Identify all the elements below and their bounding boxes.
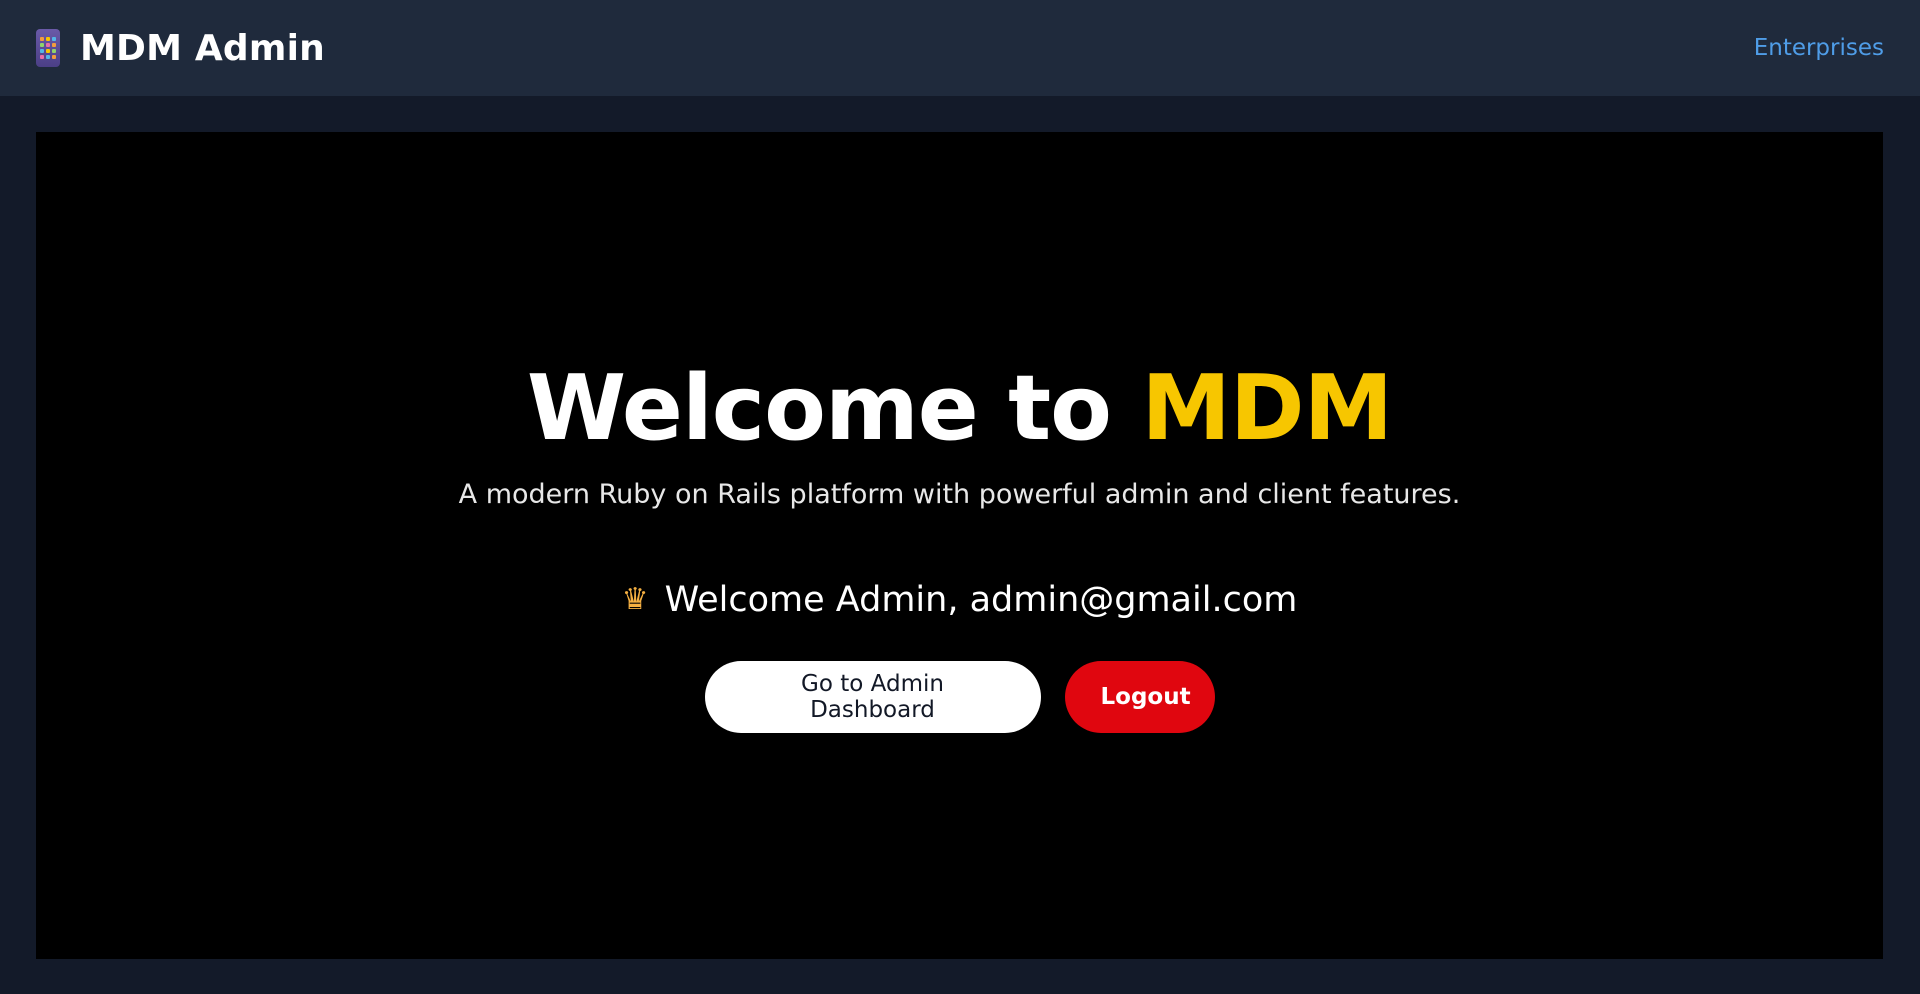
hero-headline: Welcome to MDM (36, 359, 1883, 458)
top-navbar: MDM Admin Enterprises (0, 0, 1920, 96)
headline-prefix: Welcome to (526, 356, 1142, 461)
nav-link-enterprises[interactable]: Enterprises (1754, 35, 1884, 61)
brand[interactable]: MDM Admin (36, 28, 325, 69)
calculator-icon (36, 29, 60, 67)
hero-subtitle: A modern Ruby on Rails platform with pow… (458, 479, 1461, 510)
welcome-message: ♛ Welcome Admin, admin@gmail.com (36, 580, 1883, 620)
admin-dashboard-button[interactable]: Go to Admin Dashboard (704, 661, 1041, 733)
welcome-text: Welcome Admin, admin@gmail.com (664, 580, 1298, 620)
crown-icon: ♛ (621, 582, 649, 617)
brand-title: MDM Admin (80, 27, 325, 69)
hero-actions: Go to Admin Dashboard Logout (36, 661, 1883, 733)
hero-section: Welcome to MDM A modern Ruby on Rails pl… (36, 132, 1883, 959)
logout-button[interactable]: Logout (1064, 661, 1215, 733)
headline-accent: MDM (1141, 356, 1393, 461)
